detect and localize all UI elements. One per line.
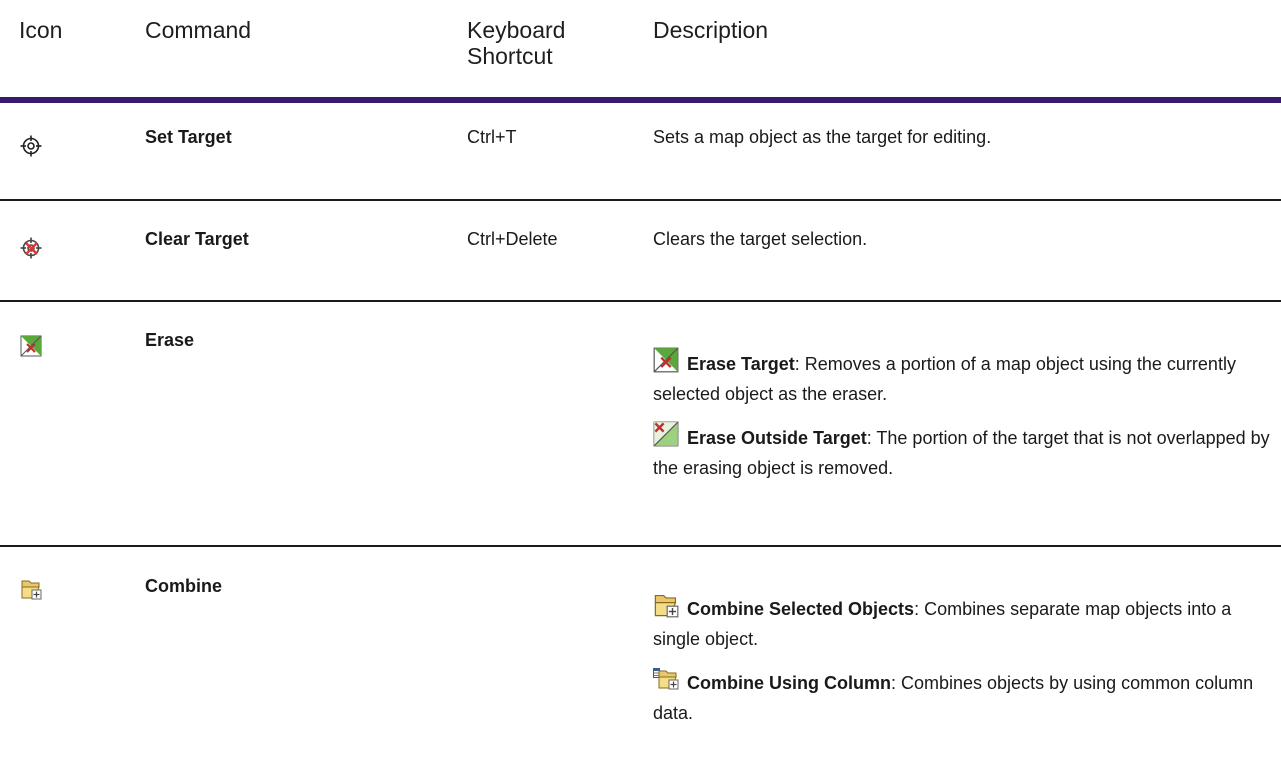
erase-target-item: Erase Target: Removes a portion of a map… [653,347,1281,409]
header-shortcut: Keyboard Shortcut [467,17,565,69]
command-table: Icon Command Keyboard Shortcut Descripti… [0,0,1281,783]
combine-using-column-title: Combine Using Column [687,673,891,693]
combine-using-column-icon [653,668,679,690]
header-command: Command [145,17,252,43]
row-divider [0,545,1281,547]
combine-icon [21,580,42,600]
combine-using-column-item: Combine Using Column: Combines objects b… [653,666,1281,728]
target-icon [20,135,42,157]
command-erase: Erase [145,330,195,350]
row-divider [0,199,1281,201]
erase-icon [20,335,42,357]
description-clear-target: Clears the target selection. [653,229,868,249]
erase-outside-target-icon [653,421,679,447]
clear-target-icon [20,237,42,259]
header-divider [0,97,1281,103]
header-description: Description [653,17,769,43]
erase-outside-target-title: Erase Outside Target [687,428,867,448]
shortcut-set-target: Ctrl+T [467,127,517,147]
combine-selected-objects-title: Combine Selected Objects [687,599,915,619]
header-shortcut-line2: Shortcut [467,43,553,69]
erase-target-icon [653,347,679,373]
header-shortcut-line1: Keyboard [467,17,566,43]
description-erase: Erase Target: Removes a portion of a map… [653,347,1281,495]
row-divider [0,300,1281,302]
command-clear-target: Clear Target [145,229,249,249]
combine-selected-objects-icon [654,594,679,618]
command-set-target: Set Target [145,127,232,147]
combine-selected-objects-item: Combine Selected Objects: Combines separ… [653,592,1281,654]
command-combine: Combine [145,576,223,596]
shortcut-clear-target: Ctrl+Delete [467,229,558,249]
description-set-target: Sets a map object as the target for edit… [653,127,992,147]
description-combine: Combine Selected Objects: Combines separ… [653,592,1281,740]
header-icon: Icon [19,17,63,43]
erase-target-title: Erase Target [687,354,795,374]
erase-outside-target-item: Erase Outside Target: The portion of the… [653,421,1281,483]
